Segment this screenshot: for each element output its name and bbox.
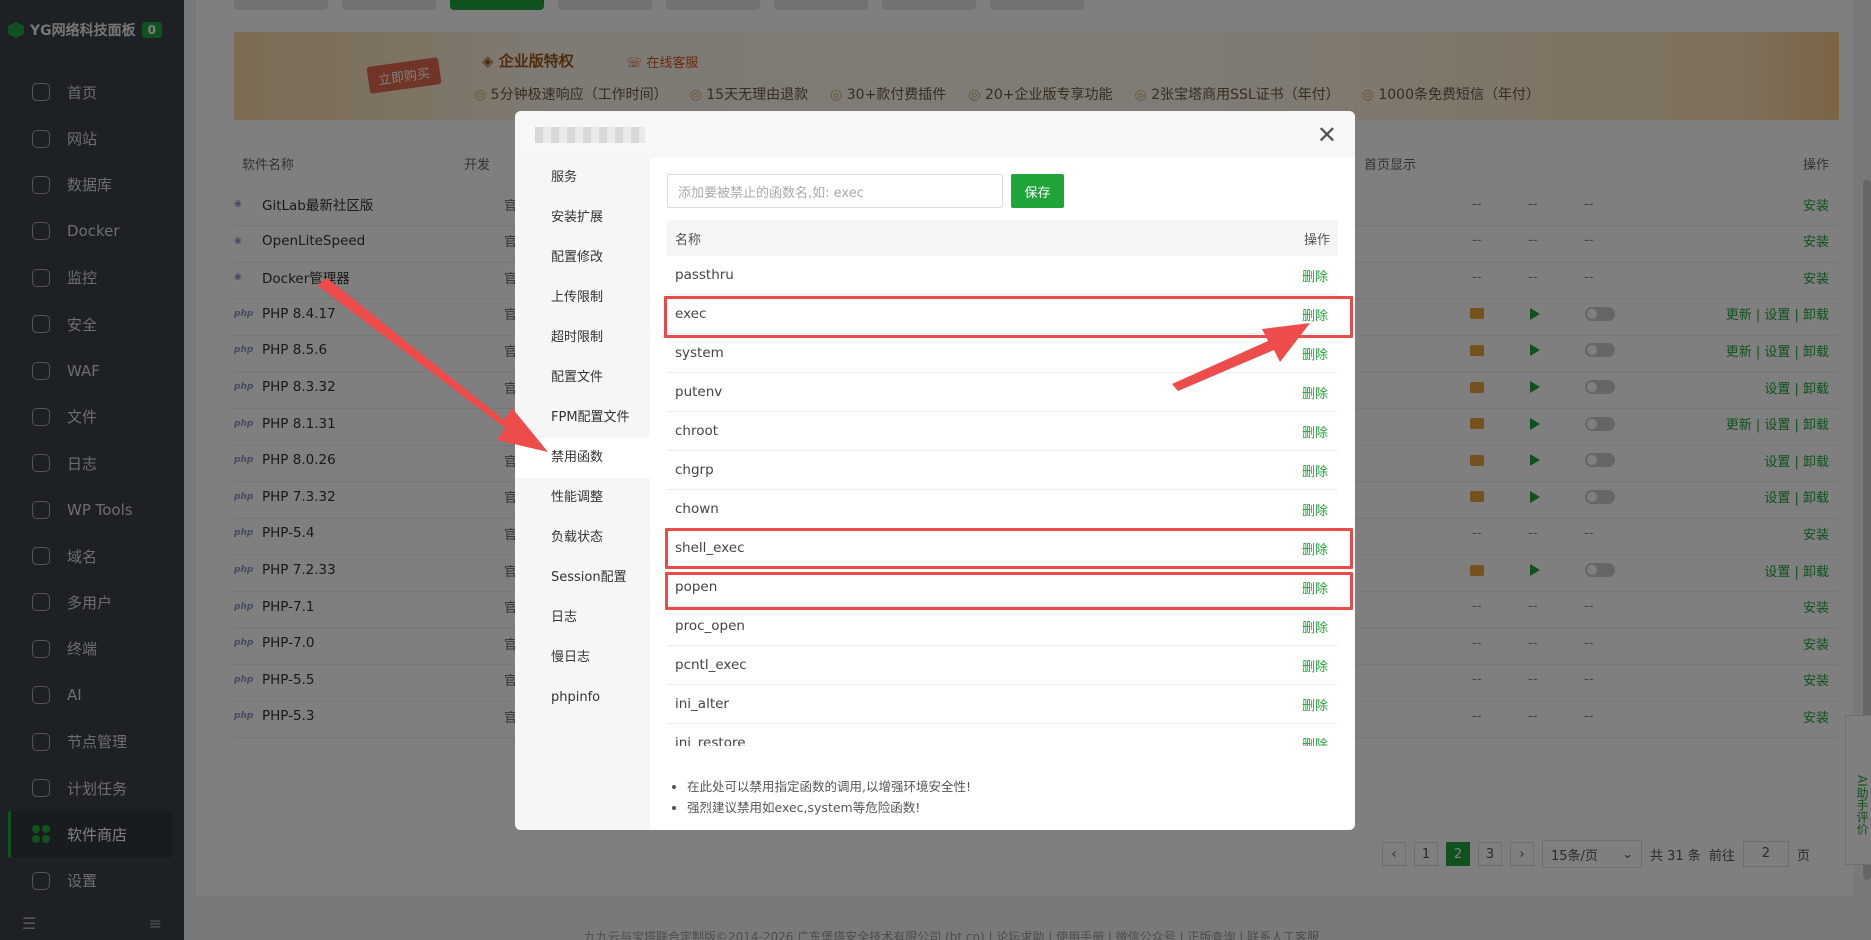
delete-button[interactable]: 删除 bbox=[1302, 656, 1328, 675]
function-row: putenv 删除 bbox=[667, 373, 1338, 412]
function-row: ini_restore 删除 bbox=[667, 724, 1338, 746]
function-name: passthru bbox=[675, 267, 734, 283]
add-function-row: 添加要被禁止的函数名,如: exec 保存 bbox=[667, 174, 1064, 208]
col-function-op: 操作 bbox=[1303, 232, 1330, 248]
dialog-tab-7[interactable]: 禁用函数 bbox=[515, 438, 650, 478]
help-tips: 在此处可以禁用指定函数的调用,以增强环境安全性!强烈建议禁用如exec,syst… bbox=[687, 776, 971, 818]
delete-button[interactable]: 删除 bbox=[1302, 695, 1328, 714]
dialog-tab-6[interactable]: FPM配置文件 bbox=[515, 398, 650, 438]
dialog-tab-0[interactable]: 服务 bbox=[515, 158, 650, 198]
dialog-tab-13[interactable]: phpinfo bbox=[515, 678, 650, 718]
function-name: chown bbox=[675, 501, 719, 517]
function-name: proc_open bbox=[675, 618, 745, 634]
delete-button[interactable]: 删除 bbox=[1302, 266, 1328, 285]
functions-table-header: 名称 操作 bbox=[667, 220, 1338, 256]
dialog-tab-11[interactable]: 日志 bbox=[515, 598, 650, 638]
dialog-tab-2[interactable]: 配置修改 bbox=[515, 238, 650, 278]
function-name: ini_restore bbox=[675, 735, 746, 746]
function-name: ini_alter bbox=[675, 696, 729, 712]
function-name: pcntl_exec bbox=[675, 657, 747, 673]
delete-button[interactable]: 删除 bbox=[1302, 461, 1328, 480]
function-name: chgrp bbox=[675, 462, 714, 478]
dialog-tab-4[interactable]: 超时限制 bbox=[515, 318, 650, 358]
dialog-tab-12[interactable]: 慢日志 bbox=[515, 638, 650, 678]
delete-button[interactable]: 删除 bbox=[1302, 500, 1328, 519]
function-name: system bbox=[675, 345, 724, 361]
function-row: ini_alter 删除 bbox=[667, 685, 1338, 724]
function-name: chroot bbox=[675, 423, 719, 439]
highlight-shell-exec-row bbox=[665, 528, 1353, 569]
function-name-input[interactable]: 添加要被禁止的函数名,如: exec bbox=[667, 174, 1003, 208]
function-row: chroot 删除 bbox=[667, 412, 1338, 451]
dialog-tab-1[interactable]: 安装扩展 bbox=[515, 198, 650, 238]
delete-button[interactable]: 删除 bbox=[1302, 617, 1328, 636]
highlight-exec-row bbox=[664, 296, 1353, 338]
delete-button[interactable]: 删除 bbox=[1302, 422, 1328, 441]
help-tip: 在此处可以禁用指定函数的调用,以增强环境安全性! bbox=[687, 776, 971, 797]
dialog-tab-8[interactable]: 性能调整 bbox=[515, 478, 650, 518]
function-row: proc_open 删除 bbox=[667, 607, 1338, 646]
highlight-popen-row bbox=[665, 572, 1353, 610]
save-button[interactable]: 保存 bbox=[1011, 174, 1064, 208]
dialog-side-tabs: 服务 安装扩展 配置修改 上传限制 超时限制 配置文件 FPM配置文件 禁用函数 性能调整 负载状… bbox=[515, 158, 650, 830]
php-settings-dialog: ✕ 服务 安装扩展 配置修改 上传限制 超时限制 配置文件 FPM配置文件 禁用函数 性能调整负… bbox=[515, 111, 1355, 830]
close-icon[interactable]: ✕ bbox=[1317, 121, 1337, 149]
function-row: chown 删除 bbox=[667, 490, 1338, 529]
delete-button[interactable]: 删除 bbox=[1302, 344, 1328, 363]
dialog-tab-3[interactable]: 上传限制 bbox=[515, 278, 650, 318]
delete-button[interactable]: 删除 bbox=[1302, 734, 1328, 747]
help-tip: 强烈建议禁用如exec,system等危险函数! bbox=[687, 797, 971, 818]
function-row: pcntl_exec 删除 bbox=[667, 646, 1338, 685]
function-row: system 删除 bbox=[667, 334, 1338, 373]
disabled-functions-panel: 添加要被禁止的函数名,如: exec 保存 名称 操作 passthru 删除 ex… bbox=[650, 158, 1355, 830]
function-row: chgrp 删除 bbox=[667, 451, 1338, 490]
dialog-tab-9[interactable]: 负载状态 bbox=[515, 518, 650, 558]
col-function-name: 名称 bbox=[675, 232, 702, 248]
dialog-title-blurred bbox=[535, 127, 645, 143]
dialog-tab-10[interactable]: Session配置 bbox=[515, 558, 650, 598]
dialog-tab-5[interactable]: 配置文件 bbox=[515, 358, 650, 398]
function-name: putenv bbox=[675, 384, 723, 400]
dialog-header: ✕ bbox=[515, 111, 1355, 158]
function-row: passthru 删除 bbox=[667, 256, 1338, 295]
delete-button[interactable]: 删除 bbox=[1302, 383, 1328, 402]
